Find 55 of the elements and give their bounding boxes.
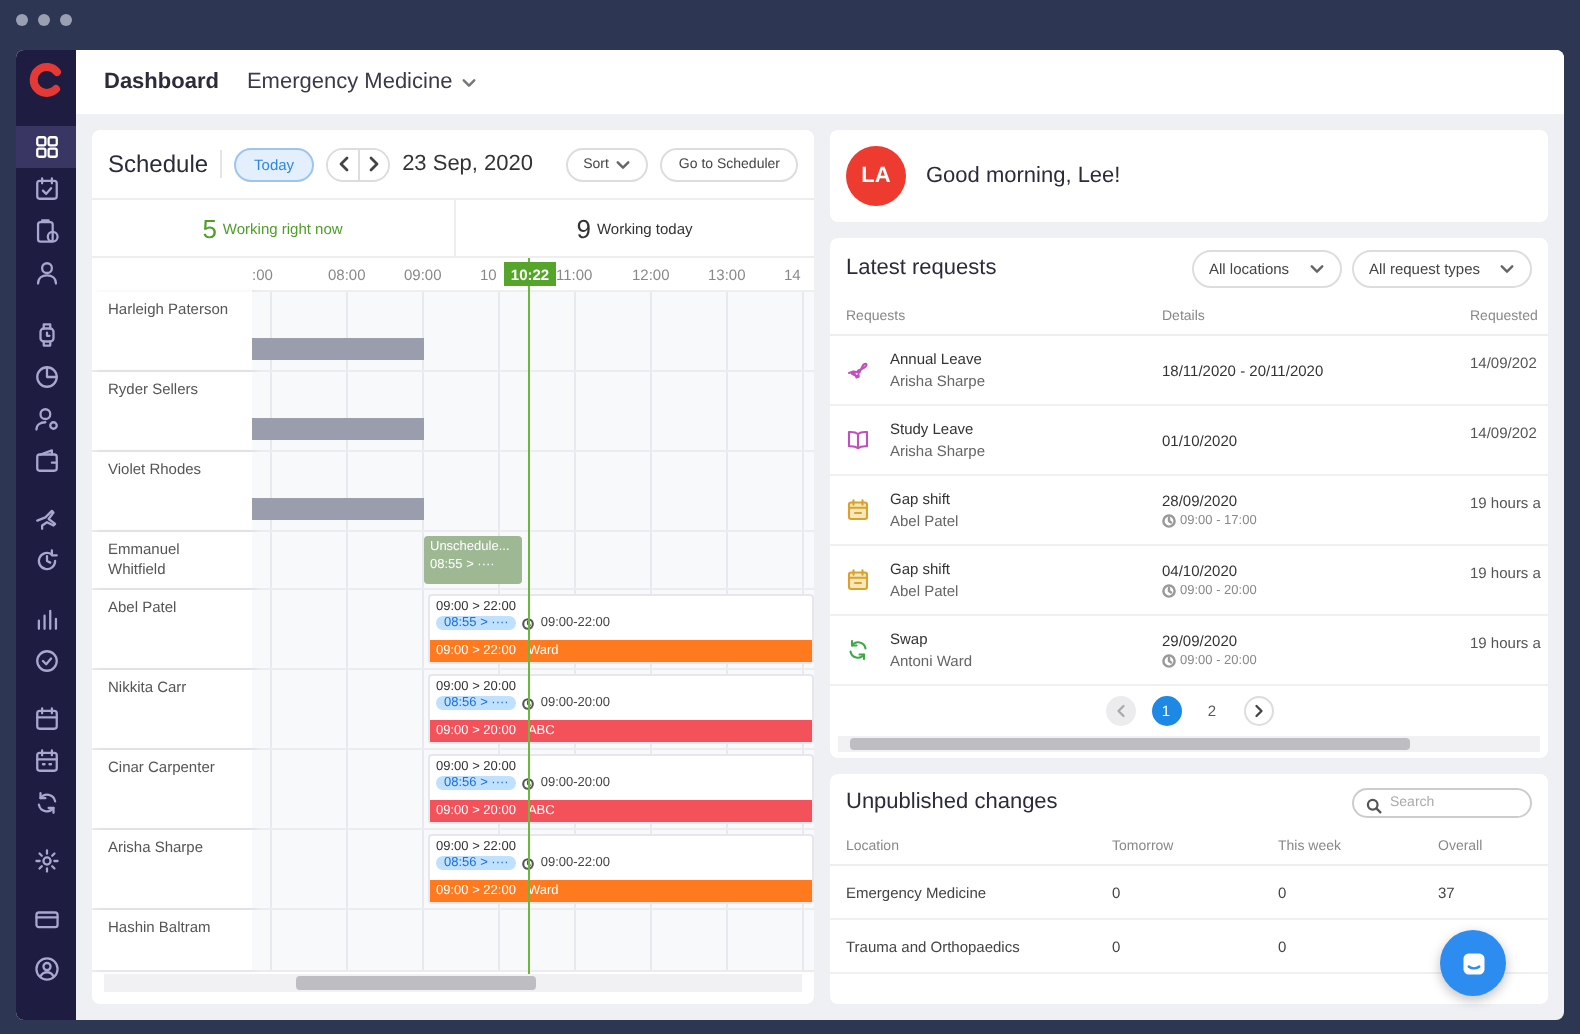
next-day-button[interactable]	[358, 149, 389, 179]
calendar-icon	[846, 568, 870, 592]
refresh-icon	[33, 790, 59, 816]
card-title: Unpublished changes	[846, 790, 1060, 814]
calendar-icon	[846, 498, 870, 522]
horizontal-scrollbar[interactable]	[838, 736, 1540, 752]
book-icon	[846, 428, 870, 452]
clock-icon	[1162, 584, 1176, 598]
clock-icon	[522, 777, 535, 790]
watch-icon	[33, 322, 59, 348]
avatar[interactable]: LA	[846, 146, 906, 206]
clock-icon	[522, 697, 535, 710]
settings-icon	[33, 848, 59, 874]
calendar-grid-icon	[33, 748, 59, 774]
stat-count: 5	[202, 213, 217, 243]
swap-icon	[846, 638, 870, 662]
person-settings-icon	[33, 406, 59, 432]
grid-icon	[33, 134, 59, 160]
horizontal-scrollbar[interactable]	[104, 974, 802, 992]
chevron-right-icon	[368, 156, 381, 172]
pie-chart-icon	[33, 364, 59, 390]
stat-count: 9	[576, 213, 591, 243]
greeting-text: Good morning, Lee!	[926, 164, 1121, 188]
chat-bubble-icon	[1459, 949, 1487, 977]
search-icon	[1366, 797, 1382, 813]
check-circle-icon	[33, 648, 59, 674]
person-icon	[33, 260, 59, 286]
user-circle-icon	[33, 956, 59, 982]
page-title: Dashboard	[104, 70, 219, 94]
clock-icon	[522, 617, 535, 630]
bar-chart-icon	[33, 606, 59, 632]
logo-icon	[28, 62, 64, 98]
chevron-right-icon	[1253, 703, 1263, 717]
sidebar-item[interactable]	[16, 126, 76, 168]
card-title: Latest requests	[846, 256, 999, 280]
card-icon	[33, 906, 59, 932]
caret-icon	[1309, 263, 1324, 273]
caret-icon	[462, 77, 477, 87]
chevron-left-icon	[337, 156, 350, 172]
calendar-icon	[33, 706, 59, 732]
chevron-left-icon	[1115, 703, 1125, 717]
clock-icon	[1162, 654, 1176, 668]
calendar-check-icon	[33, 176, 59, 202]
clock-icon	[522, 857, 535, 870]
caret-icon	[1500, 263, 1514, 273]
caret-icon	[616, 159, 631, 169]
window-controls[interactable]	[16, 14, 76, 26]
location-dropdown[interactable]: Emergency Medicine	[246, 70, 477, 94]
wallet-icon	[33, 448, 59, 474]
clock-icon	[1162, 514, 1176, 528]
schedule-title: Schedule	[108, 150, 223, 178]
next-page-button[interactable]	[1243, 695, 1273, 725]
schedule-date: 23 Sep, 2020	[402, 152, 534, 176]
clipboard-clock-icon	[33, 218, 59, 244]
clock-refresh-icon	[33, 548, 59, 574]
